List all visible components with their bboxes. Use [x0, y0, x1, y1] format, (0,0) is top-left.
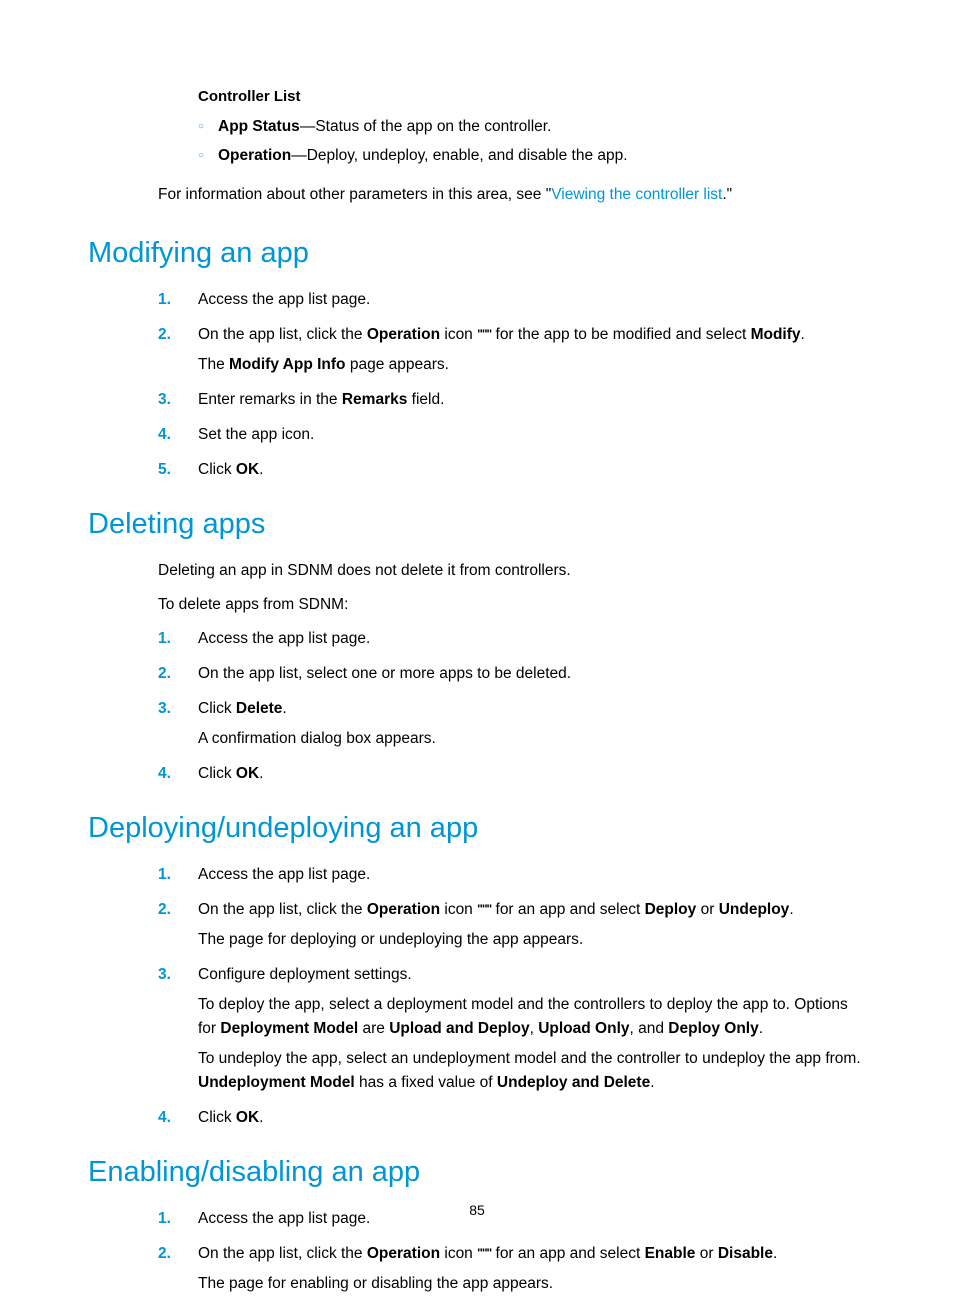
list-item: 4. Click OK.: [158, 1106, 866, 1130]
list-item: 3. Click Delete. A confirmation dialog b…: [158, 697, 866, 751]
step-number: 3.: [158, 388, 198, 412]
step-text: Access the app list page.: [198, 863, 866, 887]
operation-dots-icon: """: [477, 902, 491, 916]
list-item: 2. On the app list, select one or more a…: [158, 662, 866, 686]
bullet-icon: ○: [198, 144, 218, 168]
viewing-controller-list-link[interactable]: Viewing the controller list: [551, 186, 722, 203]
bullet-label: Operation: [218, 147, 291, 164]
step-number: 1.: [158, 288, 198, 312]
list-item: 1. Access the app list page.: [158, 627, 866, 651]
step-number: 2.: [158, 323, 198, 377]
operation-dots-icon: """: [477, 1246, 491, 1260]
list-item: 3. Enter remarks in the Remarks field.: [158, 388, 866, 412]
document-page: Controller List ○ App Status—Status of t…: [0, 0, 954, 1296]
bullet-operation: ○ Operation—Deploy, undeploy, enable, an…: [198, 144, 866, 169]
list-item: 1. Access the app list page.: [158, 863, 866, 887]
step-text: On the app list, click the Operation ico…: [198, 323, 866, 377]
step-number: 4.: [158, 762, 198, 786]
bullet-text: —Deploy, undeploy, enable, and disable t…: [291, 147, 627, 164]
page-number: 85: [0, 1202, 954, 1218]
step-text: Click OK.: [198, 1106, 866, 1130]
step-text: Click Delete. A confirmation dialog box …: [198, 697, 866, 751]
modifying-steps: 1. Access the app list page. 2. On the a…: [158, 288, 866, 482]
bullet-text: —Status of the app on the controller.: [300, 118, 552, 135]
step-text: On the app list, click the Operation ico…: [198, 898, 866, 952]
step-text: On the app list, click the Operation ico…: [198, 1242, 866, 1296]
controller-list-heading: Controller List: [198, 88, 866, 105]
list-item: 4. Set the app icon.: [158, 423, 866, 447]
step-number: 2.: [158, 898, 198, 952]
step-number: 1.: [158, 627, 198, 651]
list-item: 5. Click OK.: [158, 458, 866, 482]
step-number: 2.: [158, 662, 198, 686]
bullet-label: App Status: [218, 118, 300, 135]
step-number: 3.: [158, 963, 198, 1095]
enabling-steps: 1. Access the app list page. 2. On the a…: [158, 1207, 866, 1296]
list-item: 4. Click OK.: [158, 762, 866, 786]
heading-enabling-disabling: Enabling/disabling an app: [88, 1156, 866, 1189]
step-number: 1.: [158, 863, 198, 887]
step-text: Access the app list page.: [198, 627, 866, 651]
list-item: 2. On the app list, click the Operation …: [158, 323, 866, 377]
list-item: 1. Access the app list page.: [158, 288, 866, 312]
step-number: 3.: [158, 697, 198, 751]
step-number: 2.: [158, 1242, 198, 1296]
bullet-icon: ○: [198, 115, 218, 139]
step-text: Enter remarks in the Remarks field.: [198, 388, 866, 412]
info-paragraph: For information about other parameters i…: [158, 183, 866, 207]
step-text: Access the app list page.: [198, 288, 866, 312]
operation-dots-icon: """: [477, 327, 491, 341]
deploying-steps: 1. Access the app list page. 2. On the a…: [158, 863, 866, 1130]
bullet-app-status: ○ App Status—Status of the app on the co…: [198, 115, 866, 140]
step-number: 5.: [158, 458, 198, 482]
step-text: Click OK.: [198, 458, 866, 482]
deleting-intro1: Deleting an app in SDNM does not delete …: [158, 559, 866, 583]
step-text: Set the app icon.: [198, 423, 866, 447]
step-text: On the app list, select one or more apps…: [198, 662, 866, 686]
heading-modifying-an-app: Modifying an app: [88, 237, 866, 270]
list-item: 2. On the app list, click the Operation …: [158, 1242, 866, 1296]
heading-deleting-apps: Deleting apps: [88, 508, 866, 541]
deleting-steps: 1. Access the app list page. 2. On the a…: [158, 627, 866, 786]
step-number: 4.: [158, 1106, 198, 1130]
step-number: 4.: [158, 423, 198, 447]
list-item: 2. On the app list, click the Operation …: [158, 898, 866, 952]
step-text: Click OK.: [198, 762, 866, 786]
heading-deploying-undeploying: Deploying/undeploying an app: [88, 812, 866, 845]
deleting-intro2: To delete apps from SDNM:: [158, 593, 866, 617]
step-text: Configure deployment settings. To deploy…: [198, 963, 866, 1095]
list-item: 3. Configure deployment settings. To dep…: [158, 963, 866, 1095]
